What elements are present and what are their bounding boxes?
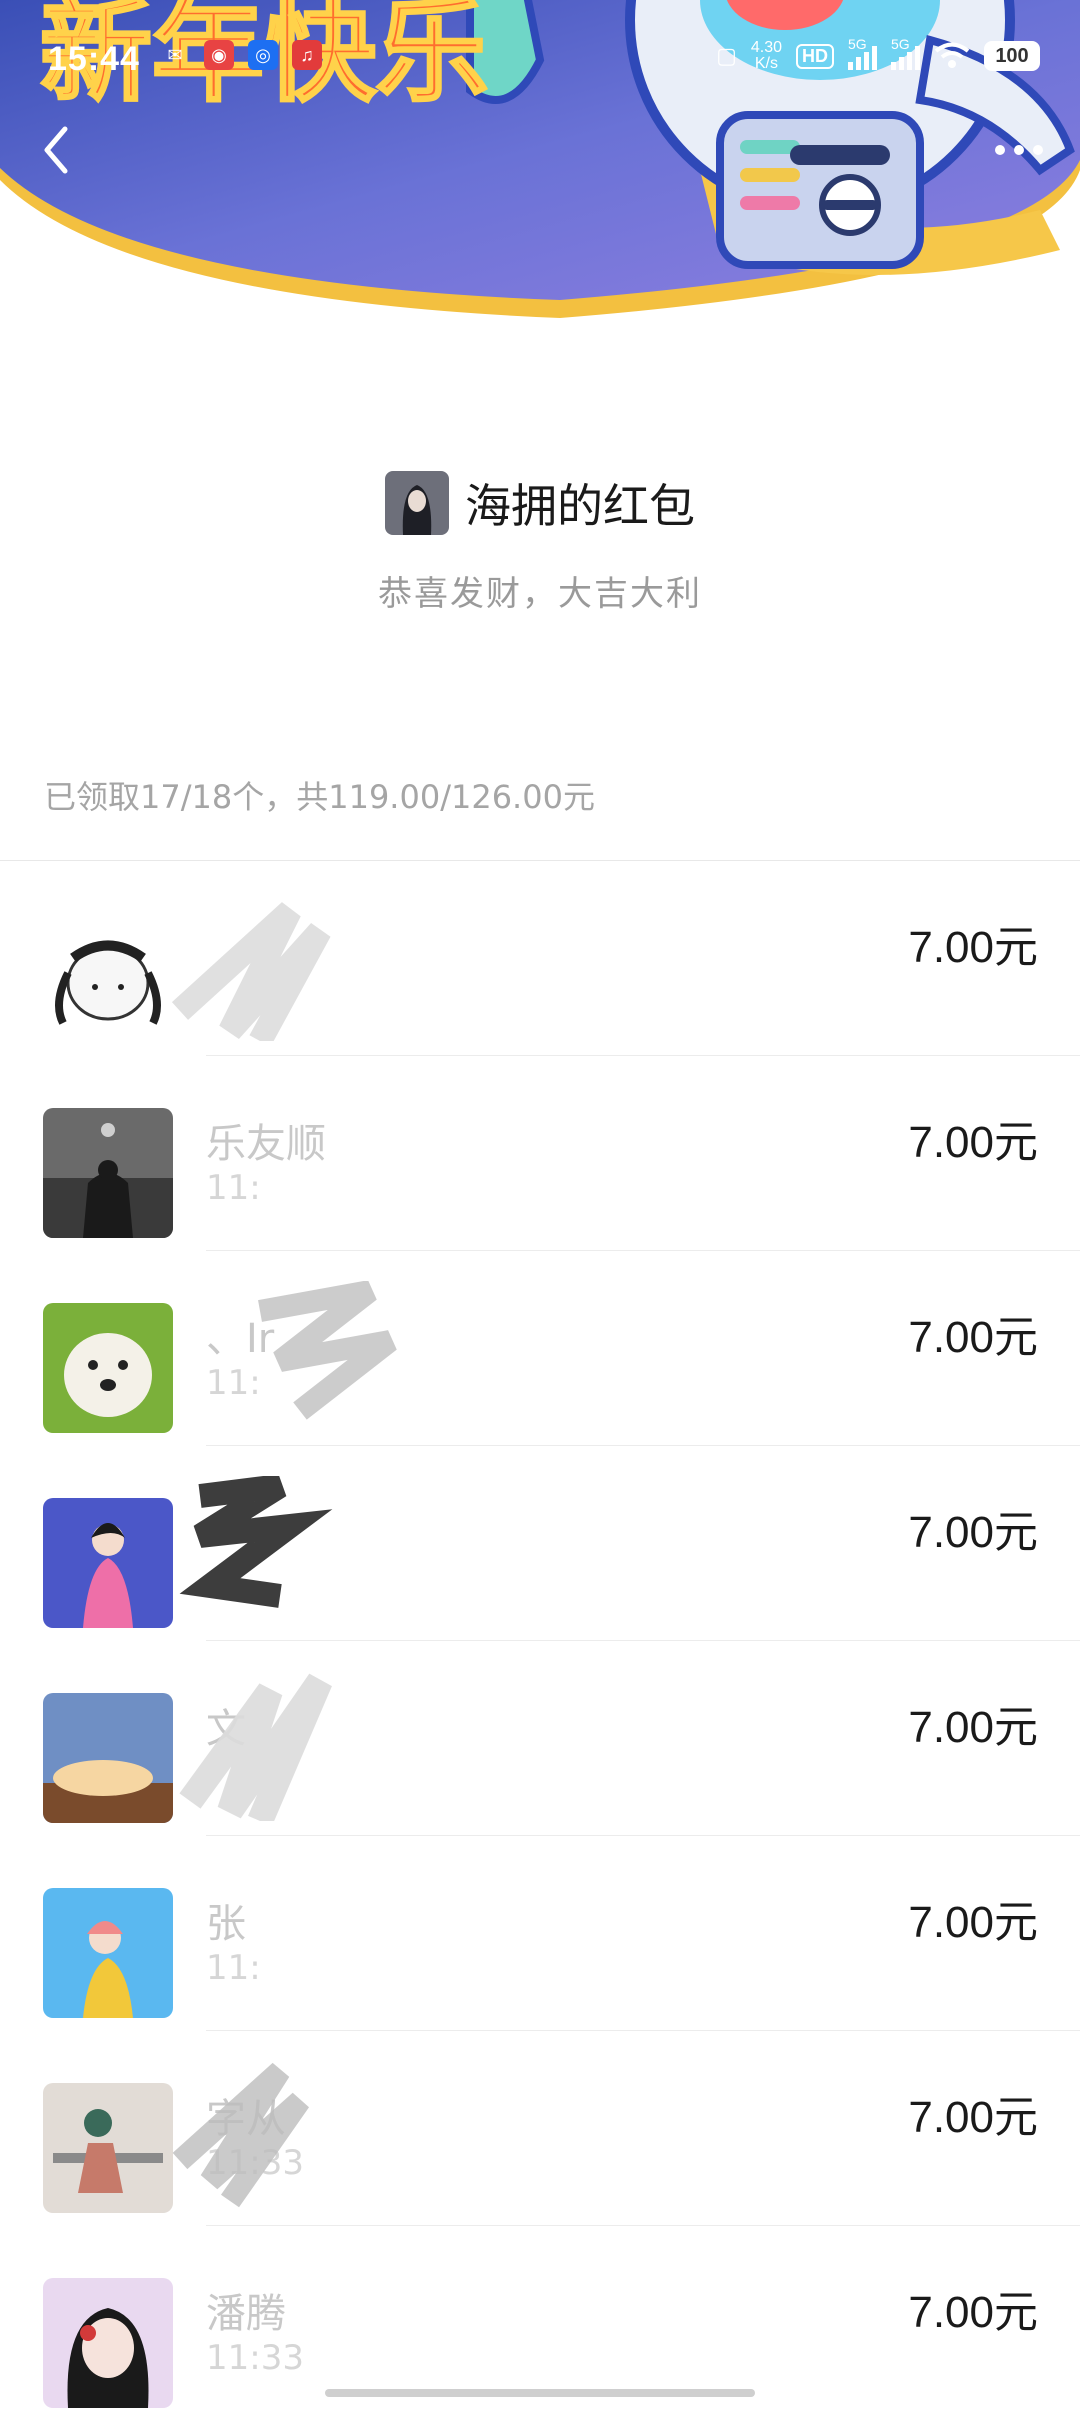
list-item[interactable]: 乐友顺 11: 7.00元 bbox=[0, 1056, 1080, 1251]
avatar bbox=[43, 1303, 173, 1433]
net-speed: 4.30 K/s bbox=[751, 40, 782, 72]
avatar bbox=[43, 1693, 173, 1823]
redaction-scribble bbox=[171, 902, 331, 1041]
list-item[interactable]: 文 7.00元 bbox=[0, 1641, 1080, 1836]
packet-title: 海拥的红包 bbox=[465, 479, 695, 533]
receiver-list: 7.00元 乐友顺 11: 7.00元 、Ir 11: 7.00元 7.00元 … bbox=[0, 861, 1080, 2421]
receive-amount: 7.00元 bbox=[908, 2288, 1038, 2337]
wifi-icon bbox=[934, 42, 970, 68]
signal-1-icon: 5G bbox=[848, 36, 877, 70]
avatar bbox=[43, 1888, 173, 2018]
signal-1-label: 5G bbox=[848, 36, 867, 52]
receive-amount: 7.00元 bbox=[908, 1703, 1038, 1752]
claim-summary: 已领取17/18个，共119.00/126.00元 bbox=[44, 778, 595, 816]
notification-icons: ✉ ◉ ◎ ♫ bbox=[160, 40, 322, 70]
receive-time: 11:33 bbox=[206, 2338, 304, 2378]
redaction-scribble bbox=[258, 1281, 397, 1420]
receive-time: 11: bbox=[206, 1948, 261, 1988]
net-speed-value: 4.30 bbox=[750, 39, 782, 56]
redaction-scribble bbox=[179, 1673, 332, 1821]
receiver-name: 张 bbox=[206, 1901, 246, 1947]
chevron-left-icon bbox=[44, 126, 68, 174]
avatar bbox=[43, 1108, 173, 1238]
signal-2-label: 5G bbox=[891, 36, 910, 52]
packet-blessing: 恭喜发财，大吉大利 bbox=[378, 574, 702, 614]
list-item[interactable]: 张 11: 7.00元 bbox=[0, 1836, 1080, 2031]
receive-amount: 7.00元 bbox=[908, 1898, 1038, 1947]
avatar bbox=[43, 2278, 173, 2408]
receive-amount: 7.00元 bbox=[908, 1118, 1038, 1167]
packet-title-row: 海拥的红包 bbox=[0, 470, 1080, 536]
receiver-name: 潘腾 bbox=[206, 2291, 286, 2337]
status-bar: 15:44 ✉ ◉ ◎ ♫ ▢ 4.30 K/s HD 5G 5G 100 bbox=[0, 0, 1080, 120]
receive-amount: 7.00元 bbox=[908, 923, 1038, 972]
battery-indicator: 100 bbox=[984, 41, 1040, 71]
receive-amount: 7.00元 bbox=[908, 1313, 1038, 1362]
back-button[interactable] bbox=[26, 120, 86, 180]
list-item[interactable]: 字从 11:33 7.00元 bbox=[0, 2031, 1080, 2226]
receive-amount: 7.00元 bbox=[908, 1508, 1038, 1557]
home-indicator[interactable] bbox=[325, 2389, 755, 2397]
receive-time: 11: bbox=[206, 1168, 261, 1208]
receiver-name: 乐友顺 bbox=[206, 1121, 326, 1167]
sender-avatar[interactable] bbox=[385, 471, 449, 535]
app-notification-icon: ◉ bbox=[204, 40, 234, 70]
music-app-icon: ♫ bbox=[292, 40, 322, 70]
avatar bbox=[43, 1498, 173, 1628]
avatar bbox=[43, 2083, 173, 2213]
browser-icon: ◎ bbox=[248, 40, 278, 70]
status-time: 15:44 bbox=[48, 40, 140, 78]
more-options-button[interactable] bbox=[984, 120, 1054, 180]
avatar bbox=[43, 913, 173, 1043]
status-right-icons: ▢ 4.30 K/s HD 5G 5G 100 bbox=[716, 36, 1040, 72]
list-item[interactable]: 7.00元 bbox=[0, 1446, 1080, 1641]
redaction-scribble bbox=[172, 2062, 310, 2208]
list-item[interactable]: 、Ir 11: 7.00元 bbox=[0, 1251, 1080, 1446]
sender-avatar-image bbox=[385, 471, 449, 535]
list-item[interactable]: 7.00元 bbox=[0, 861, 1080, 1056]
ellipsis-icon bbox=[995, 145, 1043, 155]
redaction-scribble bbox=[179, 1476, 333, 1608]
net-speed-unit: K/s bbox=[754, 55, 778, 72]
signal-2-icon: 5G bbox=[891, 36, 920, 70]
hd-badge: HD bbox=[796, 43, 834, 69]
receive-amount: 7.00元 bbox=[908, 2093, 1038, 2142]
vibrate-icon: ▢ bbox=[716, 43, 737, 68]
mail-icon: ✉ bbox=[167, 44, 183, 65]
